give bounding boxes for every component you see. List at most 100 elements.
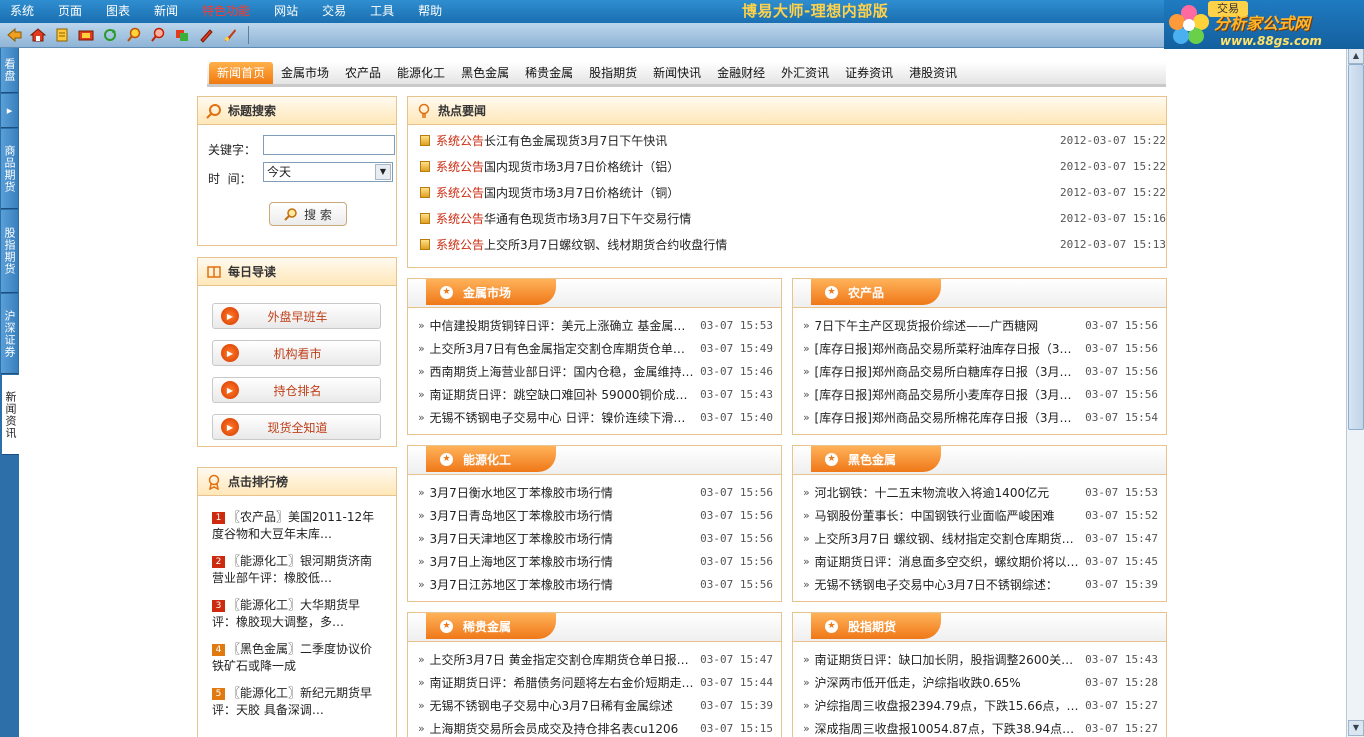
vtab-news[interactable]: 新闻资讯 (2, 375, 19, 455)
category-tab[interactable]: ★ 农产品 (811, 279, 941, 305)
menu-item[interactable]: 特色功能 (192, 0, 264, 23)
news-list-item[interactable]: » 无锡不锈钢电子交易中心3月7日不锈钢综述： 03-07 15:39 (803, 575, 1158, 595)
category-tab[interactable]: ★ 股指期货 (811, 613, 941, 639)
category-panel: ★ 能源化工 » 3月7日衡水地区丁苯橡胶市场行情 03-07 15:56 » 3月7日青岛… (407, 445, 782, 602)
nav-tab[interactable]: 黑色金属 (453, 62, 517, 84)
rank-item[interactable]: 2 〖能源化工〗银河期货济南营业部午评：橡胶低… (212, 553, 382, 587)
rank-item[interactable]: 3 〖能源化工〗大华期货早评：橡胶现大调整，多… (212, 597, 382, 631)
menu-item[interactable]: 页面 (48, 0, 96, 23)
rank-item[interactable]: 1 〖农产品〗美国2011-12年度谷物和大豆年末库… (212, 509, 382, 543)
guide-button-position[interactable]: ▶ 持仓排名 (212, 377, 381, 403)
nav-tab[interactable]: 能源化工 (389, 62, 453, 84)
news-list-item[interactable]: » 3月7日青岛地区丁苯橡胶市场行情 03-07 15:56 (418, 506, 773, 526)
nav-tab[interactable]: 外汇资讯 (773, 62, 837, 84)
news-list-item[interactable]: » 南证期货日评：消息面多空交织，螺纹期价将以… 03-07 15:45 (803, 552, 1158, 572)
news-list-item[interactable]: » 7日下午主产区现货报价综述——广西糖网 03-07 15:56 (803, 316, 1158, 336)
menu-item[interactable]: 系统 (0, 0, 48, 23)
category-tab[interactable]: ★ 黑色金属 (811, 446, 941, 472)
draw-pen-icon[interactable] (196, 25, 216, 45)
menu-item[interactable]: 图表 (96, 0, 144, 23)
news-list-item[interactable]: » 3月7日上海地区丁苯橡胶市场行情 03-07 15:56 (418, 552, 773, 572)
brush-icon[interactable] (220, 25, 240, 45)
news-list-item[interactable]: » 上交所3月7日 螺纹钢、线材指定交割仓库期货仓… 03-07 15:47 (803, 529, 1158, 549)
nav-tab[interactable]: 金融财经 (709, 62, 773, 84)
back-arrow-icon[interactable] (4, 25, 24, 45)
news-list-item[interactable]: » [库存日报]郑州商品交易所棉花库存日报（3月… 03-07 15:54 (803, 408, 1158, 428)
notes-icon[interactable] (52, 25, 72, 45)
category-tab[interactable]: ★ 能源化工 (426, 446, 556, 472)
time-select[interactable]: 今天 ▼ (263, 162, 393, 182)
news-time: 03-07 15:46 (700, 365, 773, 378)
news-time: 03-07 15:27 (1085, 699, 1158, 712)
rank-title: 〖能源化工〗新纪元期货早评：天胶 具备深调… (212, 686, 373, 717)
hot-news-row[interactable]: 系统公告国内现货市场3月7日价格统计（铝） 2012-03-07 15:22 (420, 157, 1166, 177)
rank-item[interactable]: 4 〖黑色金属〗二季度协议价铁矿石或降一成 (212, 641, 382, 675)
news-list-item[interactable]: » 中信建投期货铜锌日评：美元上涨确立 基金属… 03-07 15:53 (418, 316, 773, 336)
news-list-item[interactable]: » 南证期货日评：跳空缺口难回补 59000铜价成… 03-07 15:43 (418, 385, 773, 405)
news-list-item[interactable]: » 3月7日天津地区丁苯橡胶市场行情 03-07 15:56 (418, 529, 773, 549)
news-list-item[interactable]: » 上海期货交易所会员成交及持仓排名表cu1206 03-07 15:15 (418, 719, 773, 737)
menu-item[interactable]: 工具 (360, 0, 408, 23)
menu-item[interactable]: 帮助 (408, 0, 456, 23)
news-list-item[interactable]: » 西南期货上海营业部日评：国内仓稳，金属维持… 03-07 15:46 (418, 362, 773, 382)
news-list-item[interactable]: » 无锡不锈钢电子交易中心 日评：镍价连续下滑… 03-07 15:40 (418, 408, 773, 428)
category-tab[interactable]: ★ 金属市场 (426, 279, 556, 305)
vtab-commodity-futures[interactable]: 商品期货 (1, 129, 18, 209)
nav-tab[interactable]: 农产品 (337, 62, 389, 84)
news-list-item[interactable]: » [库存日报]郑州商品交易所小麦库存日报（3月… 03-07 15:56 (803, 385, 1158, 405)
hot-news-time: 2012-03-07 15:16 (1060, 212, 1166, 225)
vtab-kanpan[interactable]: 看盘 (1, 48, 18, 93)
news-list-item[interactable]: » 3月7日江苏地区丁苯橡胶市场行情 03-07 15:56 (418, 575, 773, 595)
news-list-item[interactable]: » 河北钢铁：十二五末物流收入将逾1400亿元 03-07 15:53 (803, 483, 1158, 503)
news-list-item[interactable]: » 3月7日衡水地区丁苯橡胶市场行情 03-07 15:56 (418, 483, 773, 503)
news-list-item[interactable]: » 深成指周三收盘报10054.87点，下跌38.94点，… 03-07 15:27 (803, 719, 1158, 737)
chevron-down-icon[interactable]: ▼ (375, 164, 391, 180)
nav-tab[interactable]: 证券资讯 (837, 62, 901, 84)
nav-tab[interactable]: 股指期货 (581, 62, 645, 84)
news-list-item[interactable]: » 马钢股份董事长：中国钢铁行业面临严峻困难 03-07 15:52 (803, 506, 1158, 526)
nav-tab[interactable]: 金属市场 (273, 62, 337, 84)
news-list-item[interactable]: » 南证期货日评：缺口加长阴，股指调整2600关口… 03-07 15:43 (803, 650, 1158, 670)
category-tab[interactable]: ★ 稀贵金属 (426, 613, 556, 639)
scrollbar-thumb[interactable] (1348, 64, 1364, 430)
news-list-item[interactable]: » 上交所3月7日有色金属指定交割仓库期货仓单日… 03-07 15:49 (418, 339, 773, 359)
search-button[interactable]: 搜 索 (269, 202, 347, 226)
guide-button-institution[interactable]: ▶ 机构看市 (212, 340, 381, 366)
vertical-scrollbar[interactable]: ▲ ▼ (1346, 48, 1364, 737)
rank-item[interactable]: 5 〖能源化工〗新纪元期货早评：天胶 具备深调… (212, 685, 382, 719)
scroll-up-icon[interactable]: ▲ (1348, 48, 1364, 64)
scroll-down-icon[interactable]: ▼ (1348, 720, 1364, 736)
guide-button-overseas[interactable]: ▶ 外盘早班车 (212, 303, 381, 329)
hot-news-row[interactable]: 系统公告长江有色金属现货3月7日下午快讯 2012-03-07 15:22 (420, 131, 1166, 151)
film-icon[interactable] (76, 25, 96, 45)
vtab-arrow[interactable]: ▸ (1, 94, 18, 128)
hot-news-row[interactable]: 系统公告华通有色现货市场3月7日下午交易行情 2012-03-07 15:16 (420, 209, 1166, 229)
vtab-securities[interactable]: 沪深证券 (1, 294, 18, 374)
home-icon[interactable] (28, 25, 48, 45)
guide-button-spot[interactable]: ▶ 现货全知道 (212, 414, 381, 440)
zoom-out-icon[interactable] (148, 25, 168, 45)
news-list-item[interactable]: » [库存日报]郑州商品交易所菜籽油库存日报（3… 03-07 15:56 (803, 339, 1158, 359)
nav-tab[interactable]: 稀贵金属 (517, 62, 581, 84)
nav-tab[interactable]: 港股资讯 (901, 62, 965, 84)
nav-tab[interactable]: 新闻首页 (209, 62, 274, 84)
hot-news-row[interactable]: 系统公告上交所3月7日螺纹钢、线材期货合约收盘行情 2012-03-07 15:1… (420, 235, 1166, 255)
menu-item[interactable]: 交易 (312, 0, 360, 23)
refresh-icon[interactable] (100, 25, 120, 45)
vtab-index-futures[interactable]: 股指期货 (1, 210, 18, 293)
zoom-in-icon[interactable] (124, 25, 144, 45)
keyword-input[interactable] (263, 135, 395, 155)
nav-tab[interactable]: 新闻快讯 (645, 62, 709, 84)
news-list-item[interactable]: » 沪综指周三收盘报2394.79点，下跌15.66点，跌… 03-07 15:27 (803, 696, 1158, 716)
bullet-icon: » (803, 555, 810, 568)
search-panel-title: 标题搜索 (228, 104, 277, 118)
window-icon[interactable] (172, 25, 192, 45)
menu-item[interactable]: 网站 (264, 0, 312, 23)
hot-news-row[interactable]: 系统公告国内现货市场3月7日价格统计（铜） 2012-03-07 15:22 (420, 183, 1166, 203)
news-list-item[interactable]: » 沪深两市低开低走，沪综指收跌0.65% 03-07 15:28 (803, 673, 1158, 693)
news-list-item[interactable]: » 南证期货日评：希腊债务问题将左右金价短期走… 03-07 15:44 (418, 673, 773, 693)
news-list-item[interactable]: » 上交所3月7日 黄金指定交割仓库期货仓单日报… 03-07 15:47 (418, 650, 773, 670)
news-list-item[interactable]: » [库存日报]郑州商品交易所白糖库存日报（3月… 03-07 15:56 (803, 362, 1158, 382)
news-list-item[interactable]: » 无锡不锈钢电子交易中心3月7日稀有金属综述 03-07 15:39 (418, 696, 773, 716)
menu-item[interactable]: 新闻 (144, 0, 192, 23)
